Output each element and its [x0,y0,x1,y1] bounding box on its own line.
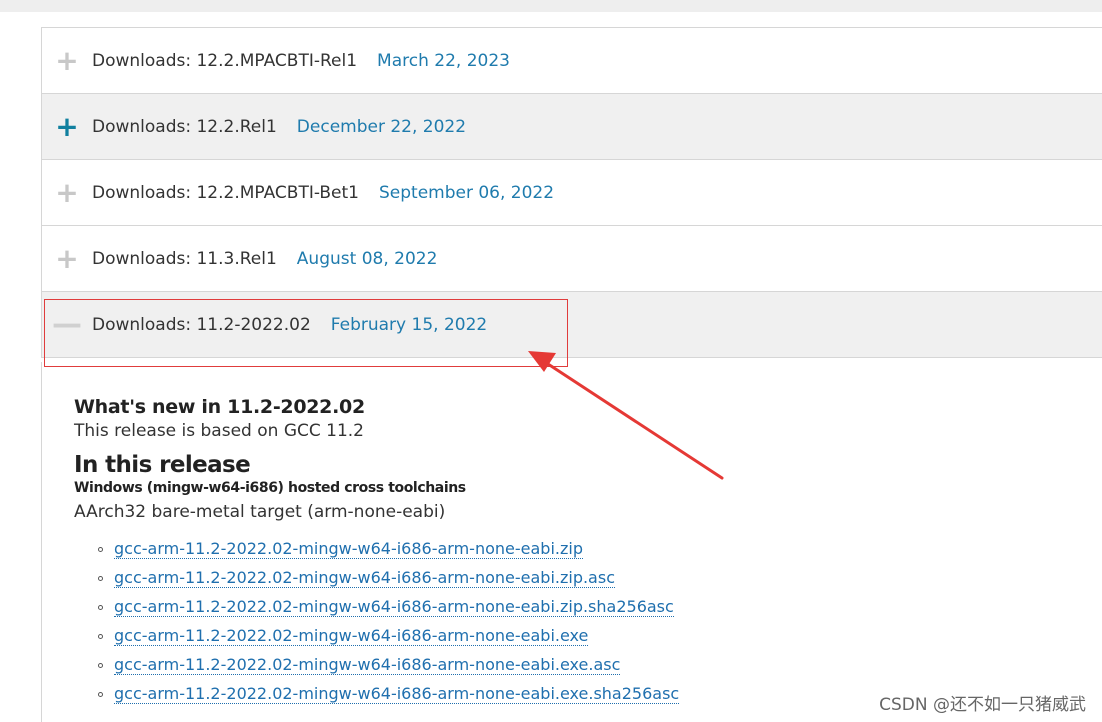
csdn-watermark: CSDN @还不如一只猪威武 [879,695,1086,715]
annotation-arrow-icon [528,351,724,480]
